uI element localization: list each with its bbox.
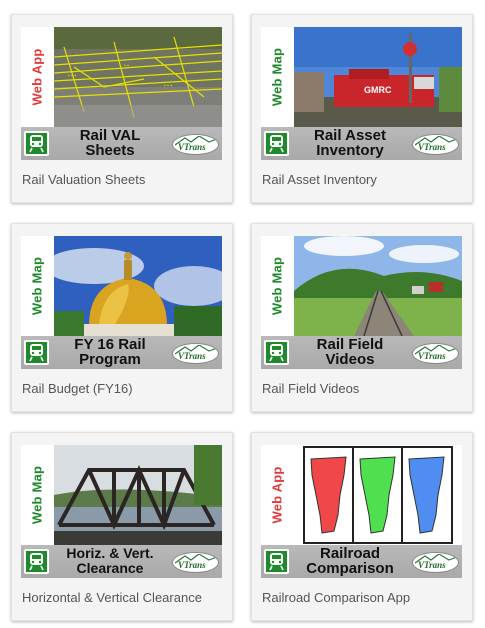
truss-bridge-image <box>54 445 222 545</box>
card-title: Rail Field Videos <box>316 336 384 368</box>
aerial-railyard-image: ▪ ▪ ▪ ▪ ▪ ▪ ▪ ▪ <box>54 27 222 127</box>
train-icon <box>24 131 49 156</box>
gallery-card-railroad-comparison-app[interactable]: Web App Railroad Comparison VTrans Railr… <box>251 432 473 621</box>
vtrans-logo: VTrans <box>172 552 219 573</box>
svg-text:GMRC: GMRC <box>364 85 392 95</box>
title-banner: Rail Asset Inventory VTrans <box>261 127 462 160</box>
badge-strip: Web App <box>21 27 54 127</box>
vtrans-logo: VTrans <box>412 552 459 573</box>
card-caption-link[interactable]: Railroad Comparison App <box>262 590 467 605</box>
title-banner: Railroad Comparison VTrans <box>261 545 462 578</box>
badge-strip: Web Map <box>261 27 294 127</box>
badge-strip: Web App <box>261 445 294 545</box>
svg-text:▪ ▪ ▪: ▪ ▪ ▪ <box>68 73 76 79</box>
gallery-card-rail-asset-inventory[interactable]: Web Map GMRC Rail Asset Inventory VTrans… <box>251 14 473 203</box>
train-icon <box>264 131 289 156</box>
card-thumbnail[interactable]: Web Map <box>261 236 462 369</box>
title-banner: FY 16 Rail Program VTrans <box>21 336 222 369</box>
card-thumbnail[interactable]: Web App ▪ ▪ ▪ ▪ ▪ ▪ ▪ ▪ Rail VAL Sheets … <box>21 27 222 160</box>
card-thumbnail[interactable]: Web Map <box>21 445 222 578</box>
card-title: Railroad Comparison <box>306 545 394 577</box>
railroad-track-image <box>294 236 462 336</box>
web-app-badge: Web App <box>29 48 45 106</box>
web-map-badge: Web Map <box>29 256 45 316</box>
svg-text:▪ ▪ ▪: ▪ ▪ ▪ <box>164 83 172 89</box>
badge-strip: Web Map <box>21 445 54 545</box>
vtrans-logo: VTrans <box>412 343 459 364</box>
title-banner: Horiz. & Vert. Clearance VTrans <box>21 545 222 578</box>
card-thumbnail[interactable]: Web App Railroad Comparison VTrans <box>261 445 462 578</box>
badge-strip: Web Map <box>261 236 294 336</box>
train-icon <box>264 549 289 574</box>
card-title: Rail Asset Inventory <box>314 127 386 159</box>
train-icon <box>24 549 49 574</box>
gallery-card-rail-field-videos[interactable]: Web Map Rail Field Videos VTrans Rail Fi… <box>251 223 473 412</box>
card-caption-link[interactable]: Rail Budget (FY16) <box>22 381 227 396</box>
card-caption-link[interactable]: Horizontal & Vertical Clearance <box>22 590 227 605</box>
vtrans-logo: VTrans <box>172 343 219 364</box>
card-caption-link[interactable]: Rail Field Videos <box>262 381 467 396</box>
card-title: Rail VAL Sheets <box>79 127 141 159</box>
gallery-card-rail-budget-fy16[interactable]: Web Map FY 16 Rail Program VTrans Rail B… <box>11 223 233 412</box>
svg-text:▪ ▪: ▪ ▪ <box>124 63 129 69</box>
card-caption-link[interactable]: Rail Asset Inventory <box>262 172 467 187</box>
vtrans-logo: VTrans <box>412 134 459 155</box>
card-thumbnail[interactable]: Web Map <box>21 236 222 369</box>
badge-strip: Web Map <box>21 236 54 336</box>
card-title: Horiz. & Vert. Clearance <box>66 545 154 576</box>
train-icon <box>24 340 49 365</box>
capitol-dome-image <box>54 236 222 336</box>
title-banner: Rail VAL Sheets VTrans <box>21 127 222 160</box>
web-map-badge: Web Map <box>269 256 285 316</box>
gallery-card-horizontal-vertical-clearance[interactable]: Web Map Horiz. & Vert. Clearance VTrans … <box>11 432 233 621</box>
card-caption-link[interactable]: Rail Valuation Sheets <box>22 172 227 187</box>
web-app-badge: Web App <box>269 466 285 524</box>
card-thumbnail[interactable]: Web Map GMRC Rail Asset Inventory VTrans <box>261 27 462 160</box>
vtrans-logo: VTrans <box>172 134 219 155</box>
locomotive-image: GMRC <box>294 27 462 127</box>
web-map-badge: Web Map <box>269 47 285 107</box>
web-map-badge: Web Map <box>29 465 45 525</box>
card-title: FY 16 Rail Program <box>74 336 146 368</box>
vermont-maps-comparison-image <box>294 445 462 545</box>
gallery-card-rail-valuation-sheets[interactable]: Web App ▪ ▪ ▪ ▪ ▪ ▪ ▪ ▪ Rail VAL Sheets … <box>11 14 233 203</box>
title-banner: Rail Field Videos VTrans <box>261 336 462 369</box>
train-icon <box>264 340 289 365</box>
